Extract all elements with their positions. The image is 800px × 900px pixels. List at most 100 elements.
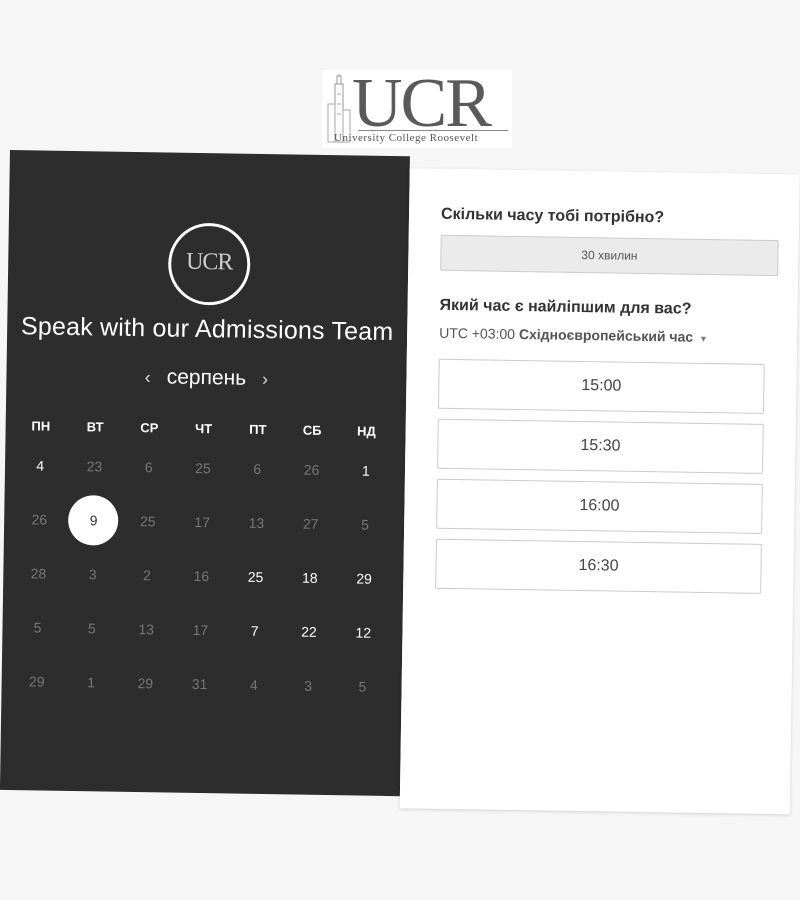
time-slot-button[interactable]: 16:30 — [435, 538, 762, 594]
calendar-day-number: 9 — [68, 494, 120, 546]
calendar-week-row: 28 3 2 16 25 18 29 — [11, 546, 392, 606]
calendar-day-number: 12 — [355, 624, 372, 641]
time-slot-button[interactable]: 16:00 — [436, 478, 763, 534]
calendar-day: 13 — [119, 621, 174, 638]
month-label: серпень — [166, 365, 247, 390]
calendar-day-number: 5 — [33, 619, 42, 636]
calendar-day[interactable]: 4 — [13, 457, 68, 474]
calendar-day-number: 16 — [193, 567, 210, 585]
calendar-day-number: 29 — [28, 673, 45, 690]
calendar-day: 26 — [284, 461, 339, 478]
calendar-grid: ПН ВТ СР ЧТ ПТ СБ НД 4 23 6 25 6 26 1 26 9 25 17 13… — [9, 412, 394, 714]
calendar-day[interactable]: 18 — [283, 569, 338, 586]
time-slot-list: 15:00 15:30 16:00 16:30 — [435, 358, 765, 604]
calendar-day[interactable]: 25 — [228, 568, 283, 585]
scheduler-card: UCR Speak with our Admissions Team ‹ сер… — [0, 150, 800, 815]
time-slot-button[interactable]: 15:30 — [437, 418, 764, 474]
calendar-day: 28 — [11, 565, 66, 582]
timezone-select[interactable]: UTC +03:00 Східноєвропейський час ▾ — [439, 325, 706, 345]
calendar-weeks: 4 23 6 25 6 26 1 26 9 25 17 13 27 5 28 3 2 16 25 18 29 5 5 13 17… — [9, 438, 393, 714]
chevron-right-icon[interactable]: › — [258, 368, 272, 389]
timezone-name: Східноєвропейський час — [518, 326, 694, 345]
calendar-day: 23 — [67, 458, 122, 475]
ucr-logo: UCR University College Roosevelt — [322, 65, 512, 148]
calendar-day: 17 — [175, 514, 230, 531]
calendar-day: 3 — [66, 566, 121, 583]
calendar-day: 25 — [176, 460, 231, 477]
calendar-day-number: 4 — [249, 676, 258, 693]
calendar-day-number: 7 — [250, 622, 259, 639]
caret-down-icon: ▾ — [700, 333, 707, 345]
weekday-label: ПТ — [249, 421, 267, 437]
options-panel: Скільки часу тобі потрібно? 30 хвилин Як… — [399, 168, 800, 815]
calendar-day: 29 — [10, 673, 65, 690]
circle-logo-text: UCR — [185, 248, 233, 276]
calendar-day-number: 17 — [194, 513, 211, 531]
calendar-day-number: 13 — [248, 514, 265, 532]
circle-logo: UCR — [167, 222, 251, 306]
calendar-day[interactable]: 29 — [337, 570, 392, 587]
calendar-day: 27 — [283, 515, 338, 532]
calendar-day-number: 26 — [31, 511, 48, 528]
calendar-day-number: 23 — [86, 458, 103, 475]
calendar-day-number: 25 — [139, 513, 156, 530]
calendar-day: 6 — [121, 459, 176, 476]
calendar-day[interactable]: 12 — [336, 624, 391, 641]
calendar-day: 29 — [118, 675, 173, 692]
calendar-day-number: 1 — [361, 462, 370, 479]
weekday-label: НД — [357, 422, 376, 439]
calendar-day-number: 17 — [192, 621, 209, 639]
weekday-label: ВТ — [86, 418, 104, 435]
calendar-day: 1 — [64, 674, 119, 691]
logo-subtitle: University College Roosevelt — [334, 132, 479, 144]
calendar-day-number: 22 — [301, 623, 317, 640]
calendar-day-number: 5 — [360, 516, 370, 533]
calendar-day-number: 29 — [137, 675, 154, 692]
calendar-day: 5 — [338, 516, 393, 533]
duration-select[interactable]: 30 хвилин — [440, 234, 779, 277]
weekday-label: ПН — [31, 417, 51, 434]
calendar-day-selected[interactable]: 9 — [66, 494, 121, 546]
calendar-day-number: 3 — [88, 566, 97, 583]
calendar-day[interactable]: 7 — [227, 622, 282, 639]
calendar-week-row: 5 5 13 17 7 22 12 — [10, 600, 391, 660]
calendar-day-number: 25 — [195, 459, 211, 477]
calendar-day-number: 31 — [191, 675, 208, 693]
timezone-offset: UTC +03:00 — [439, 324, 516, 342]
weekday-label: ЧТ — [194, 420, 213, 436]
calendar-day: 17 — [173, 622, 228, 639]
calendar-day-number: 5 — [87, 620, 96, 637]
calendar-day-number: 29 — [356, 570, 373, 587]
calendar-day-number: 5 — [358, 678, 367, 695]
panel-title: Speak with our Admissions Team — [20, 312, 394, 347]
calendar-day-number: 6 — [253, 460, 262, 477]
calendar-day-number: 6 — [144, 459, 153, 476]
calendar-day: 5 — [335, 678, 390, 695]
calendar-day: 16 — [174, 568, 229, 585]
calendar-day[interactable]: 22 — [282, 623, 337, 640]
calendar-day: 25 — [121, 513, 176, 530]
duration-question: Скільки часу тобі потрібно? — [440, 205, 665, 227]
calendar-panel: UCR Speak with our Admissions Team ‹ сер… — [0, 150, 410, 797]
calendar-day-number: 27 — [302, 515, 319, 532]
calendar-day-number: 1 — [87, 674, 96, 691]
calendar-day-number: 26 — [303, 461, 320, 478]
calendar-day-number: 25 — [247, 568, 264, 586]
calendar-day: 5 — [65, 620, 120, 637]
calendar-day: 6 — [230, 460, 285, 477]
time-slot-button[interactable]: 15:00 — [437, 358, 765, 414]
chevron-left-icon[interactable]: ‹ — [141, 367, 155, 388]
calendar-day-number: 18 — [301, 569, 318, 586]
weekday-label: СБ — [302, 422, 322, 438]
calendar-day-number: 28 — [30, 565, 47, 582]
calendar-day-number: 4 — [36, 457, 45, 474]
weekday-label: СР — [140, 419, 159, 435]
calendar-day: 13 — [229, 514, 284, 531]
calendar-day[interactable]: 1 — [339, 462, 394, 479]
time-question: Який час є найліпшим для вас? — [439, 296, 692, 318]
calendar-week-row: 29 1 29 31 4 3 5 — [9, 654, 390, 714]
calendar-day: 3 — [281, 677, 336, 694]
calendar-day-number: 3 — [304, 677, 313, 694]
calendar-day: 2 — [120, 567, 175, 584]
calendar-day-number: 13 — [138, 621, 155, 638]
